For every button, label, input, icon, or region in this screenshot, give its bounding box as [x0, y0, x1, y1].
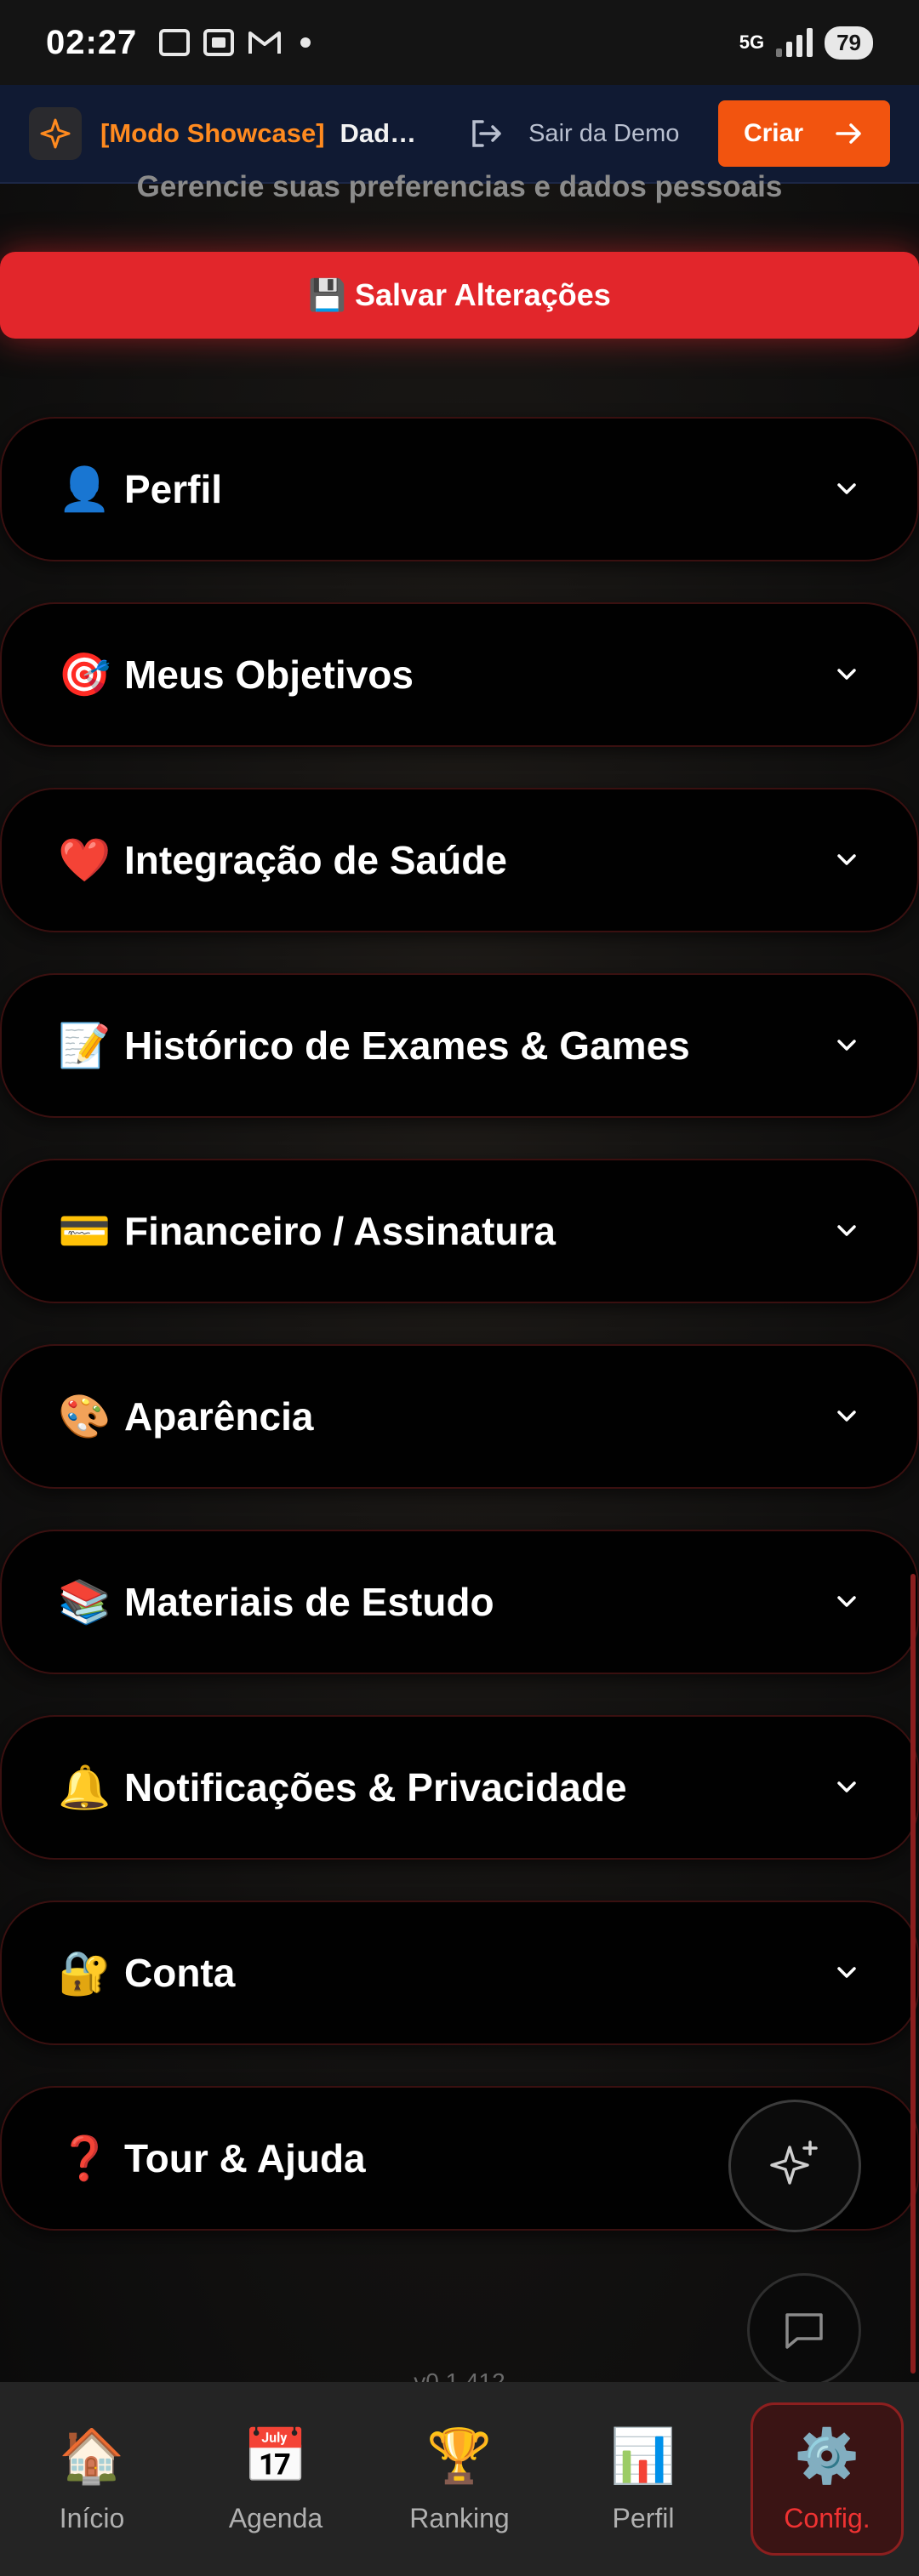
section-goals[interactable]: 🎯 Meus Objetivos — [0, 602, 919, 747]
chat-bubble-icon — [785, 2313, 823, 2349]
chevron-down-icon — [837, 669, 856, 680]
nav-label: Início — [59, 2502, 125, 2533]
nav-home[interactable]: 🏠 Início — [15, 2402, 168, 2556]
section-label: Materiais de Estudo — [124, 1580, 494, 1624]
chevron-down-icon — [837, 1596, 856, 1607]
section-label: Integração de Saúde — [124, 838, 507, 882]
section-label: Financeiro / Assinatura — [124, 1209, 556, 1253]
system-indicators: 5G 79 — [739, 26, 873, 60]
nav-label: Config. — [784, 2502, 870, 2533]
gear-icon: ⚙️ — [794, 2424, 860, 2487]
create-button-label: Criar — [743, 119, 804, 147]
battery-level: 79 — [825, 26, 873, 60]
chevron-down-icon — [837, 1411, 856, 1422]
section-label: Meus Objetivos — [124, 653, 414, 697]
showcase-mode-tag: [Modo Showcase] — [100, 118, 325, 148]
section-notifications-privacy[interactable]: 🔔 Notificações & Privacidade — [0, 1715, 919, 1860]
section-appearance[interactable]: 🎨 Aparência — [0, 1344, 919, 1489]
sparkle-icon — [770, 2140, 818, 2185]
create-button[interactable]: Criar — [718, 100, 890, 167]
bottom-navigation: 🏠 Início 📅 Agenda 🏆 Ranking 📊 Perfil ⚙️ … — [0, 2382, 919, 2576]
lock-icon: 🔐 — [58, 1947, 111, 1998]
chevron-down-icon — [837, 1781, 856, 1792]
top-app-bar: [Modo Showcase] Dad… Sair da Demo Criar — [0, 85, 919, 184]
memo-icon: 📝 — [58, 1020, 111, 1070]
profile-icon: 👤 — [58, 464, 111, 514]
calendar-icon: 📅 — [243, 2424, 309, 2487]
chevron-down-icon — [837, 1225, 856, 1236]
bell-icon: 🔔 — [58, 1762, 111, 1812]
page-title-truncated: Dad… — [340, 118, 417, 148]
palette-icon: 🎨 — [58, 1391, 111, 1441]
section-study-materials[interactable]: 📚 Materiais de Estudo — [0, 1530, 919, 1674]
section-label: Histórico de Exames & Games — [124, 1023, 690, 1068]
heart-icon: ❤️ — [58, 835, 111, 885]
nav-label: Perfil — [612, 2502, 675, 2533]
section-health-integration[interactable]: ❤️ Integração de Saúde — [0, 788, 919, 932]
books-icon: 📚 — [58, 1576, 111, 1627]
section-billing[interactable]: 💳 Financeiro / Assinatura — [0, 1159, 919, 1303]
nav-label: Agenda — [228, 2502, 323, 2533]
exit-demo-link[interactable]: Sair da Demo — [528, 120, 679, 148]
section-profile[interactable]: 👤 Perfil — [0, 417, 919, 561]
status-time: 02:27 — [46, 23, 138, 61]
section-exam-history[interactable]: 📝 Histórico de Exames & Games — [0, 973, 919, 1118]
section-label: Conta — [124, 1951, 236, 1995]
nav-settings[interactable]: ⚙️ Config. — [751, 2402, 904, 2556]
nav-profile[interactable]: 📊 Perfil — [567, 2402, 720, 2556]
nav-ranking[interactable]: 🏆 Ranking — [383, 2402, 536, 2556]
arrow-right-icon — [836, 123, 861, 144]
network-type: 5G — [739, 31, 765, 53]
section-label: Aparência — [124, 1394, 314, 1439]
trophy-icon: 🏆 — [426, 2424, 493, 2487]
section-label: Tour & Ajuda — [124, 2136, 366, 2180]
house-icon: 🏠 — [59, 2424, 125, 2487]
more-notifications-dot — [300, 37, 311, 48]
nav-label: Ranking — [409, 2502, 510, 2533]
screenshot-icon — [203, 29, 235, 56]
sparkle-logo-icon[interactable] — [29, 107, 82, 160]
question-mark-icon: ❓ — [58, 2133, 111, 2183]
bar-chart-icon: 📊 — [610, 2424, 676, 2487]
status-bar: 02:27 5G 79 — [0, 0, 919, 85]
credit-card-icon: 💳 — [58, 1205, 111, 1256]
chevron-down-icon — [837, 483, 856, 494]
chevron-down-icon — [837, 1040, 856, 1051]
page-subtitle: Gerencie suas preferencias e dados pesso… — [136, 170, 783, 203]
section-account[interactable]: 🔐 Conta — [0, 1901, 919, 2045]
signal-icon — [776, 28, 813, 57]
chevron-down-icon — [837, 854, 856, 865]
settings-page: 02:27 5G 79 [Modo Showcase] Dad… Sair da… — [0, 0, 919, 2576]
nav-agenda[interactable]: 📅 Agenda — [199, 2402, 352, 2556]
chevron-down-icon — [837, 1967, 856, 1978]
gmail-icon — [248, 29, 282, 56]
section-label: Notificações & Privacidade — [124, 1765, 627, 1809]
save-changes-button[interactable]: 💾 Salvar Alterações — [0, 252, 919, 339]
notification-icons — [159, 29, 311, 56]
target-icon: 🎯 — [58, 649, 111, 699]
section-label: Perfil — [124, 467, 223, 511]
screen-record-icon — [159, 29, 191, 56]
ai-assistant-button[interactable] — [728, 2100, 861, 2232]
scrollbar[interactable] — [910, 1574, 916, 2374]
logout-icon[interactable] — [467, 115, 505, 152]
